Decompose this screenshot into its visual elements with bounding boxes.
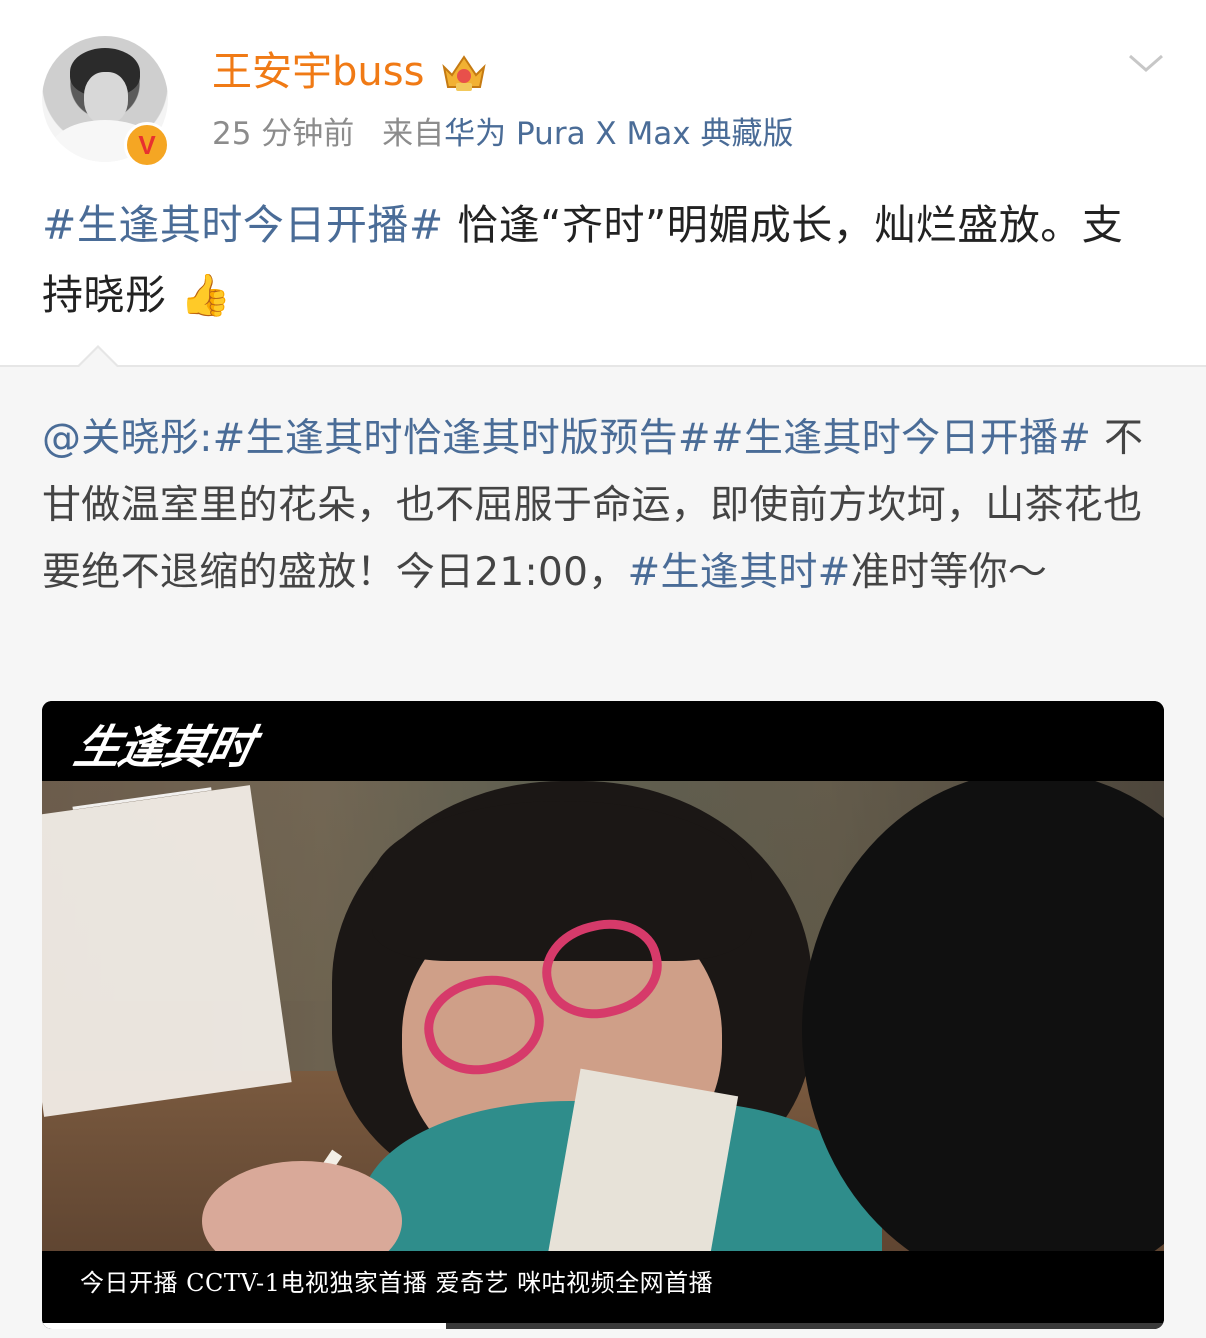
video-player[interactable]: 生逢其时 今日开播 CCTV-1电视独家首播 爱奇艺 咪咕视频全网首播 — [42, 701, 1164, 1329]
repost-notch — [76, 345, 120, 368]
username[interactable]: 王安宇buss — [212, 44, 424, 100]
repost-hashtag-1[interactable]: #生逢其时恰逢其时版预告# — [213, 416, 711, 461]
scene-scarf — [545, 1068, 739, 1251]
video-logo: 生逢其时 — [69, 720, 258, 774]
repost-hashtag-2[interactable]: #生逢其时今日开播# — [711, 416, 1091, 461]
thumbs-up-icon: 👍 — [180, 271, 232, 319]
chevron-down-icon[interactable] — [1124, 46, 1168, 82]
post-source[interactable]: 华为 Pura X Max 典藏版 — [444, 116, 793, 152]
video-progress-fill — [42, 1323, 446, 1329]
repost-card[interactable]: @关晓彤:#生逢其时恰逢其时版预告##生逢其时今日开播# 不甘做温室里的花朵，也… — [0, 345, 1206, 1338]
scene-paper — [42, 785, 292, 1117]
post-time: 25 分钟前 — [212, 116, 355, 152]
repost-hashtag-3[interactable]: #生逢其时# — [628, 550, 851, 595]
video-caption: 今日开播 CCTV-1电视独家首播 爱奇艺 咪咕视频全网首播 — [80, 1269, 714, 1297]
repost-text: @关晓彤:#生逢其时恰逢其时版预告##生逢其时今日开播# 不甘做温室里的花朵，也… — [42, 405, 1166, 606]
video-frame — [42, 781, 1164, 1251]
post-meta: 25 分钟前 来自华为 Pura X Max 典藏版 — [212, 112, 793, 156]
repost-body-2: 准时等你～ — [850, 550, 1048, 595]
post-source-prefix: 来自 — [382, 116, 445, 152]
repost-mention[interactable]: @关晓彤 — [42, 416, 199, 461]
video-progress-bar[interactable] — [42, 1323, 1164, 1329]
post-text: #生逢其时今日开播# 恰逢“齐时”明媚成长，灿烂盛放。支持晓彤 👍 — [42, 190, 1164, 330]
avatar-face — [84, 72, 128, 124]
verified-v-icon: V — [124, 122, 170, 168]
post-header: V 王安宇buss 25 分钟前 来自华为 Pura X Max 典藏版 — [0, 0, 1206, 180]
repost-colon: : — [199, 416, 213, 461]
video-caption-bar: 今日开播 CCTV-1电视独家首播 爱奇艺 咪咕视频全网首播 — [42, 1251, 1164, 1321]
vip-crown-icon[interactable] — [438, 49, 490, 95]
username-row: 王安宇buss — [212, 44, 490, 100]
post-hashtag[interactable]: #生逢其时今日开播# — [42, 201, 444, 249]
